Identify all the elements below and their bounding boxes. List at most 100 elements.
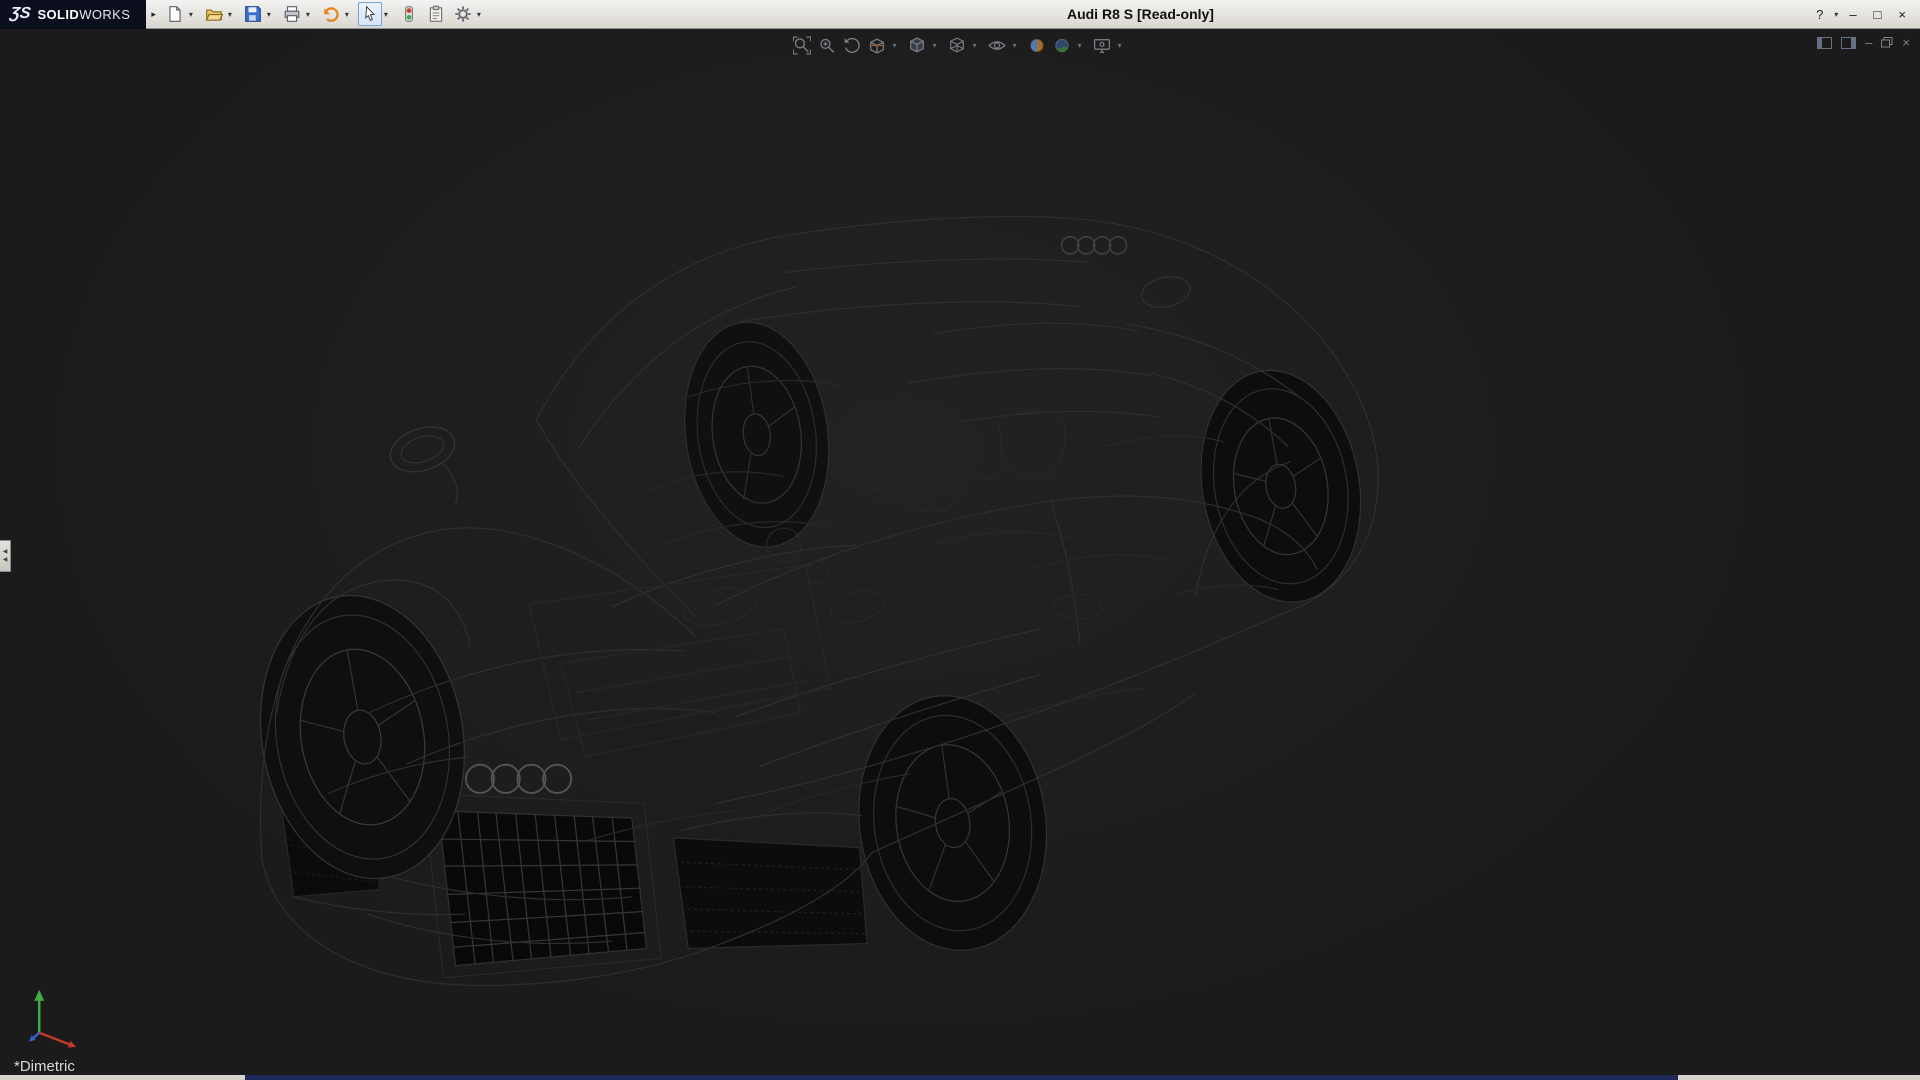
minimize-button[interactable]: –: [1843, 5, 1862, 24]
hide-show-items-eye-icon: [987, 36, 1006, 55]
section-view-button[interactable]: [866, 34, 888, 56]
car-wireframe-model[interactable]: [0, 29, 1920, 1080]
zoom-to-area-icon: [817, 36, 836, 55]
pane-right-icon: [1841, 37, 1856, 49]
select-button[interactable]: [358, 2, 382, 26]
3ds-logo-mark: ƷS: [9, 5, 32, 23]
tool-group-options: ▾: [451, 2, 487, 26]
help-button[interactable]: ?: [1810, 5, 1829, 24]
rebuild-button[interactable]: [397, 2, 421, 26]
graphics-viewport[interactable]: ▾ ▾ ▾ ▾ ▾ ▾ –: [0, 29, 1920, 1080]
section-view-icon: [867, 36, 886, 55]
splitter-arrow-icon: ◀: [3, 557, 8, 563]
view-settings-dropdown[interactable]: ▾: [1116, 41, 1128, 50]
z-axis: [34, 1033, 40, 1038]
view-orientation-label: *Dimetric: [14, 1058, 75, 1075]
new-document-button[interactable]: [163, 2, 187, 26]
print-dropdown[interactable]: ▾: [304, 10, 316, 19]
menu-bar: ƷS SOLIDWORKS ▸ ▾ ▾ ▾ ▾: [0, 0, 1920, 29]
save-button[interactable]: [241, 2, 265, 26]
tool-group-new: ▾: [163, 2, 199, 26]
select-cursor-icon: [361, 5, 379, 23]
view-settings-button[interactable]: [1091, 34, 1113, 56]
taskbar-right-segment: [1678, 1075, 1920, 1080]
tool-group-print: ▾: [280, 2, 316, 26]
display-style-button[interactable]: [946, 34, 968, 56]
pane-left-icon: [1817, 37, 1832, 49]
zoom-to-fit-button[interactable]: [791, 34, 813, 56]
audi-rings-rear: [1062, 237, 1127, 254]
document-minimize-button[interactable]: –: [1865, 36, 1872, 49]
rebuild-traffic-light-icon: [400, 5, 418, 23]
view-settings-icon: [1092, 36, 1111, 55]
file-properties-icon: [427, 5, 445, 23]
tool-group-open: ▾: [202, 2, 238, 26]
view-orientation-dropdown[interactable]: ▾: [931, 41, 943, 50]
heads-up-view-toolbar: ▾ ▾ ▾ ▾ ▾ ▾: [791, 34, 1128, 56]
document-window-controls: – ×: [1817, 36, 1910, 49]
new-document-dropdown[interactable]: ▾: [187, 10, 199, 19]
help-dropdown[interactable]: ▾: [1834, 8, 1838, 21]
open-folder-icon: [205, 5, 223, 23]
rear-right-wheel: [1183, 358, 1378, 615]
tool-group-select: ▾: [358, 2, 394, 26]
rear-left-wheel: [671, 313, 843, 557]
document-restore-button[interactable]: [1881, 37, 1893, 48]
apply-scene-dropdown[interactable]: ▾: [1076, 41, 1088, 50]
new-document-icon: [166, 5, 184, 23]
options-dropdown[interactable]: ▾: [475, 10, 487, 19]
undo-button[interactable]: [319, 2, 343, 26]
y-axis-arrowhead: [34, 990, 44, 1001]
print-icon: [283, 5, 301, 23]
file-properties-button[interactable]: [424, 2, 448, 26]
edit-appearance-button[interactable]: [1026, 34, 1048, 56]
save-dropdown[interactable]: ▾: [265, 10, 277, 19]
solidworks-logo-text: SOLIDWORKS: [37, 7, 130, 22]
quick-access-toolbar: ▾ ▾ ▾ ▾ ▾: [163, 2, 490, 26]
zoom-to-fit-icon: [792, 36, 811, 55]
taskbar-center-segment[interactable]: [245, 1075, 1678, 1080]
select-dropdown[interactable]: ▾: [382, 10, 394, 19]
menu-expand-arrow[interactable]: ▸: [146, 9, 161, 20]
close-button[interactable]: ×: [1892, 5, 1912, 24]
window-controls: ? ▾ – □ ×: [1810, 0, 1912, 28]
hide-show-items-dropdown[interactable]: ▾: [1011, 41, 1023, 50]
edit-appearance-ball-icon: [1027, 36, 1046, 55]
view-orientation-button[interactable]: [906, 34, 928, 56]
feature-pane-left-button[interactable]: [1817, 37, 1832, 49]
section-view-dropdown[interactable]: ▾: [891, 41, 903, 50]
save-floppy-icon: [244, 5, 262, 23]
document-title: Audi R8 S [Read-only]: [1067, 6, 1214, 22]
open-button[interactable]: [202, 2, 226, 26]
options-gear-icon: [454, 5, 472, 23]
hide-show-items-button[interactable]: [986, 34, 1008, 56]
print-button[interactable]: [280, 2, 304, 26]
document-close-button[interactable]: ×: [1902, 36, 1910, 49]
options-button[interactable]: [451, 2, 475, 26]
tool-group-rebuild: [397, 2, 421, 26]
reference-triad: [22, 986, 86, 1050]
apply-scene-button[interactable]: [1051, 34, 1073, 56]
maximize-button[interactable]: □: [1868, 5, 1888, 24]
previous-view-button[interactable]: [841, 34, 863, 56]
feature-panel-splitter[interactable]: ◀ ◀: [0, 540, 11, 572]
tool-group-undo: ▾: [319, 2, 355, 26]
taskbar-left-segment: [0, 1075, 245, 1080]
undo-dropdown[interactable]: ▾: [343, 10, 355, 19]
logo-text-regular: WORKS: [79, 7, 130, 22]
solidworks-logo: ƷS SOLIDWORKS: [0, 0, 146, 29]
apply-scene-sphere-icon: [1052, 36, 1071, 55]
view-orientation-cube-icon: [907, 36, 926, 55]
tool-group-file-properties: [424, 2, 448, 26]
feature-pane-right-button[interactable]: [1841, 37, 1856, 49]
splitter-arrow-icon: ◀: [3, 549, 8, 555]
audi-rings-front: [466, 765, 571, 793]
restore-icon: [1881, 37, 1893, 48]
tool-group-save: ▾: [241, 2, 277, 26]
zoom-to-area-button[interactable]: [816, 34, 838, 56]
open-dropdown[interactable]: ▾: [226, 10, 238, 19]
display-style-dropdown[interactable]: ▾: [971, 41, 983, 50]
logo-text-bold: SOLID: [37, 7, 79, 22]
taskbar-edge-strip: [0, 1075, 1920, 1080]
undo-icon: [322, 5, 340, 23]
